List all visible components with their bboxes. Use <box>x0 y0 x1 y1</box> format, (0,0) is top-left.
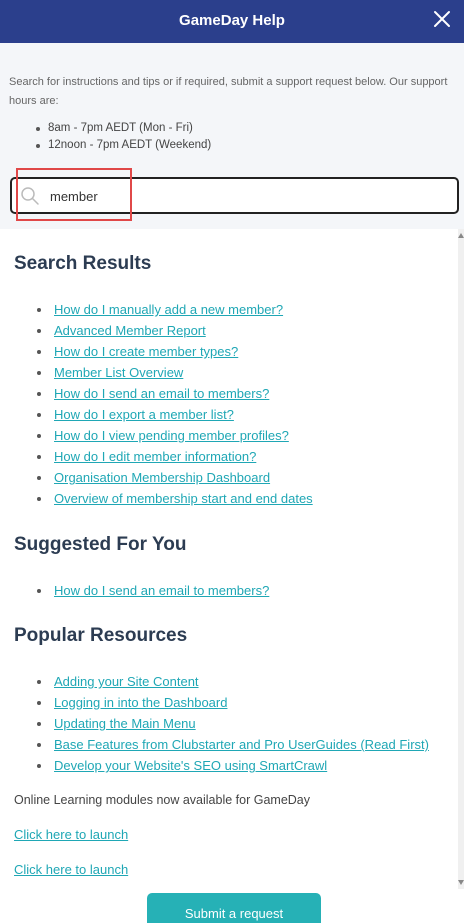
submit-request-button[interactable]: Submit a request <box>147 893 321 923</box>
list-item: How do I edit member information? <box>34 446 313 467</box>
list-item: Logging in into the Dashboard <box>34 692 429 713</box>
list-item: Updating the Main Menu <box>34 713 429 734</box>
list-item: Organisation Membership Dashboard <box>34 467 313 488</box>
list-item: Member List Overview <box>34 362 313 383</box>
list-item: How do I send an email to members? <box>34 580 269 601</box>
list-item: How do I manually add a new member? <box>34 299 313 320</box>
result-link[interactable]: How do I manually add a new member? <box>54 302 283 317</box>
list-item: How do I view pending member profiles? <box>34 425 313 446</box>
popular-link[interactable]: Base Features from Clubstarter and Pro U… <box>54 737 429 752</box>
scroll-down-arrow-icon[interactable] <box>458 880 464 885</box>
search-box[interactable] <box>10 177 459 214</box>
results-panel: Search Results How do I manually add a n… <box>0 229 458 889</box>
list-item: How do I export a member list? <box>34 404 313 425</box>
intro-text: Search for instructions and tips or if r… <box>9 76 448 107</box>
search-results-title: Search Results <box>14 253 152 274</box>
list-item: Overview of membership start and end dat… <box>34 488 313 509</box>
list-item: Base Features from Clubstarter and Pro U… <box>34 734 429 755</box>
result-link[interactable]: How do I create member types? <box>54 344 238 359</box>
search-input[interactable] <box>50 185 440 207</box>
result-link[interactable]: How do I send an email to members? <box>54 386 269 401</box>
popular-link[interactable]: Adding your Site Content <box>54 674 199 689</box>
launch-link[interactable]: Click here to launch <box>14 827 128 842</box>
result-link[interactable]: How do I export a member list? <box>54 407 234 422</box>
popular-link[interactable]: Logging in into the Dashboard <box>54 695 227 710</box>
result-link[interactable]: How do I view pending member profiles? <box>54 428 289 443</box>
support-hours-list: 8am - 7pm AEDT (Mon - Fri) 12noon - 7pm … <box>34 120 211 154</box>
header-title: GameDay Help <box>179 12 285 29</box>
support-hours-item: 12noon - 7pm AEDT (Weekend) <box>34 137 211 154</box>
suggested-link[interactable]: How do I send an email to members? <box>54 583 269 598</box>
close-icon[interactable] <box>432 9 452 29</box>
support-hours-item: 8am - 7pm AEDT (Mon - Fri) <box>34 120 211 137</box>
scrollbar[interactable] <box>458 229 464 889</box>
list-item: How do I send an email to members? <box>34 383 313 404</box>
online-learning-text: Online Learning modules now available fo… <box>14 793 310 807</box>
search-results-list: How do I manually add a new member? Adva… <box>34 299 313 509</box>
result-link[interactable]: Advanced Member Report <box>54 323 206 338</box>
popular-link[interactable]: Updating the Main Menu <box>54 716 196 731</box>
suggested-title: Suggested For You <box>14 534 187 555</box>
list-item: How do I create member types? <box>34 341 313 362</box>
search-icon <box>20 186 40 206</box>
result-link[interactable]: Organisation Membership Dashboard <box>54 470 270 485</box>
result-link[interactable]: Member List Overview <box>54 365 183 380</box>
popular-title: Popular Resources <box>14 625 188 646</box>
list-item: Advanced Member Report <box>34 320 313 341</box>
popular-list: Adding your Site Content Logging in into… <box>34 671 429 776</box>
result-link[interactable]: How do I edit member information? <box>54 449 256 464</box>
result-link[interactable]: Overview of membership start and end dat… <box>54 491 313 506</box>
help-header: GameDay Help <box>0 0 464 43</box>
suggested-list: How do I send an email to members? <box>34 580 269 601</box>
list-item: Adding your Site Content <box>34 671 429 692</box>
popular-link[interactable]: Develop your Website's SEO using SmartCr… <box>54 758 327 773</box>
launch-link[interactable]: Click here to launch <box>14 862 128 877</box>
scroll-up-arrow-icon[interactable] <box>458 233 464 238</box>
list-item: Develop your Website's SEO using SmartCr… <box>34 755 429 776</box>
